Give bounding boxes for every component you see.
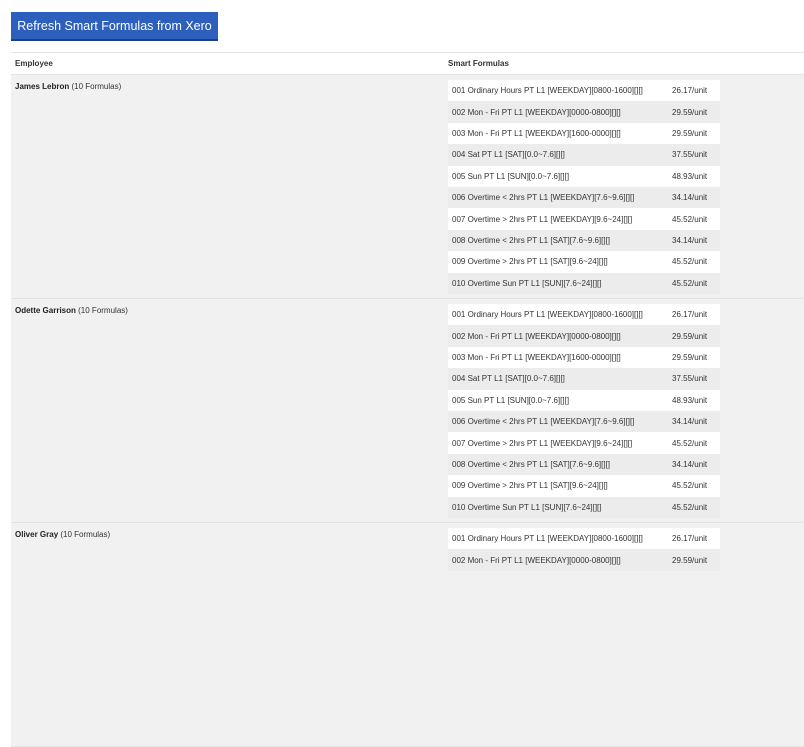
formula-rate: 34.14/unit [672,193,708,203]
employee-name: Odette Garrison [15,306,76,315]
formula-name: 002 Mon - Fri PT L1 [WEEKDAY][0000-0800]… [452,331,621,341]
formula-rate: 45.52/unit [672,257,708,267]
formula-row: 008 Overtime < 2hrs PT L1 [SAT][7.6~9.6]… [448,453,720,476]
formula-row: 008 Overtime < 2hrs PT L1 [SAT][7.6~9.6]… [448,229,720,252]
formula-row: 005 Sun PT L1 [SUN][0.0~7.6][][] 48.93/un… [448,389,720,411]
formula-row: 010 Overtime Sun PT L1 [SUN][7.6~24][][]… [448,272,720,294]
formula-name: 009 Overtime > 2hrs PT L1 [SAT][9.6~24][… [452,257,608,267]
formula-rate: 29.59/unit [672,107,708,117]
formula-name: 004 Sat PT L1 [SAT][0.0~7.6][][] [452,150,565,160]
formula-row: 003 Mon - Fri PT L1 [WEEKDAY][1600-0000]… [448,122,720,145]
formula-count: (10 Formulas) [60,530,111,539]
employee-row: Oliver Gray (10 Formulas) 001 Ordinary Ho… [11,523,804,747]
formula-row: 001 Ordinary Hours PT L1 [WEEKDAY][0800-… [448,528,720,550]
formula-name: 007 Overtime > 2hrs PT L1 [WEEKDAY][9.6~… [452,438,633,448]
formula-name: 002 Mon - Fri PT L1 [WEEKDAY][0000-0800]… [452,555,621,565]
formula-row: 003 Mon - Fri PT L1 [WEEKDAY][1600-0000]… [448,346,720,369]
formula-rate: 34.14/unit [672,417,708,427]
employee-cell: Oliver Gray (10 Formulas) [11,523,437,746]
formula-name: 005 Sun PT L1 [SUN][0.0~7.6][][] [452,395,570,405]
formula-rate: 37.55/unit [672,150,708,160]
employee-name: Oliver Gray [15,530,59,539]
column-header-employee: Employee [15,59,53,68]
formula-row: 009 Overtime > 2hrs PT L1 [SAT][9.6~24][… [448,475,720,497]
formula-rate: 45.52/unit [672,278,708,288]
formula-name: 010 Overtime Sun PT L1 [SUN][7.6~24][][] [452,278,602,288]
formula-row: 007 Overtime > 2hrs PT L1 [WEEKDAY][9.6~… [448,208,720,230]
formula-row: 001 Ordinary Hours PT L1 [WEEKDAY][0800-… [448,304,720,326]
formula-rate: 34.14/unit [672,459,708,469]
formula-name: 010 Overtime Sun PT L1 [SUN][7.6~24][][] [452,502,602,512]
formula-rate: 29.59/unit [672,555,708,565]
employee-cell: James Lebron (10 Formulas) [11,75,437,298]
formula-count: (10 Formulas) [71,82,122,91]
formula-rate: 45.52/unit [672,481,708,491]
formula-row: 004 Sat PT L1 [SAT][0.0~7.6][][] 37.55/un… [448,368,720,390]
formula-row: 006 Overtime < 2hrs PT L1 [WEEKDAY][7.6~… [448,186,720,209]
formula-name: 004 Sat PT L1 [SAT][0.0~7.6][][] [452,374,565,384]
formula-name: 003 Mon - Fri PT L1 [WEEKDAY][1600-0000]… [452,352,621,362]
formula-name: 006 Overtime < 2hrs PT L1 [WEEKDAY][7.6~… [452,417,635,427]
formula-rate: 26.17/unit [672,86,708,96]
formula-name: 001 Ordinary Hours PT L1 [WEEKDAY][0800-… [452,534,643,544]
formula-rate: 45.52/unit [672,438,708,448]
formula-name: 006 Overtime < 2hrs PT L1 [WEEKDAY][7.6~… [452,193,635,203]
formula-row: 001 Ordinary Hours PT L1 [WEEKDAY][0800-… [448,80,720,102]
formula-rate: 48.93/unit [672,395,708,405]
formula-name: 001 Ordinary Hours PT L1 [WEEKDAY][0800-… [452,310,643,320]
formula-rate: 34.14/unit [672,235,708,245]
formula-name: 008 Overtime < 2hrs PT L1 [SAT][7.6~9.6]… [452,235,611,245]
column-header-smart-formulas: Smart Formulas [448,59,509,68]
formula-rate: 29.59/unit [672,128,708,138]
formula-rate: 29.59/unit [672,331,708,341]
refresh-smart-formulas-button[interactable]: Refresh Smart Formulas from Xero [11,12,218,41]
smart-formulas-cell: 001 Ordinary Hours PT L1 [WEEKDAY][0800-… [437,75,720,298]
employee-row: Odette Garrison (10 Formulas) 001 Ordinar… [11,299,804,523]
smart-formulas-cell: 001 Ordinary Hours PT L1 [WEEKDAY][0800-… [437,299,720,522]
formula-rate: 48.93/unit [672,171,708,181]
formula-name: 002 Mon - Fri PT L1 [WEEKDAY][0000-0800]… [452,107,621,117]
table-header: Employee Smart Formulas [11,53,804,75]
formula-rate: 45.52/unit [672,214,708,224]
employee-formulas-table: Employee Smart Formulas James Lebron (10… [11,52,804,747]
formula-name: 008 Overtime < 2hrs PT L1 [SAT][7.6~9.6]… [452,459,611,469]
employee-name: James Lebron [15,82,70,91]
formula-rate: 26.17/unit [672,534,708,544]
formula-row: 007 Overtime > 2hrs PT L1 [WEEKDAY][9.6~… [448,432,720,454]
formula-row: 005 Sun PT L1 [SUN][0.0~7.6][][] 48.93/un… [448,165,720,187]
formula-name: 005 Sun PT L1 [SUN][0.0~7.6][][] [452,171,570,181]
formula-rate: 37.55/unit [672,374,708,384]
formula-rate: 29.59/unit [672,352,708,362]
formula-row: 002 Mon - Fri PT L1 [WEEKDAY][0000-0800]… [448,101,720,123]
employee-row: James Lebron (10 Formulas) 001 Ordinary H… [11,75,804,299]
formula-row: 004 Sat PT L1 [SAT][0.0~7.6][][] 37.55/un… [448,144,720,166]
formula-name: 001 Ordinary Hours PT L1 [WEEKDAY][0800-… [452,86,643,96]
table-body: James Lebron (10 Formulas) 001 Ordinary H… [11,75,804,747]
formula-row: 002 Mon - Fri PT L1 [WEEKDAY][0000-0800]… [448,325,720,347]
formula-name: 003 Mon - Fri PT L1 [WEEKDAY][1600-0000]… [452,128,621,138]
formula-row: 009 Overtime > 2hrs PT L1 [SAT][9.6~24][… [448,251,720,273]
formula-name: 007 Overtime > 2hrs PT L1 [WEEKDAY][9.6~… [452,214,633,224]
formula-count: (10 Formulas) [78,306,128,315]
employee-cell: Odette Garrison (10 Formulas) [11,299,437,522]
formula-row: 002 Mon - Fri PT L1 [WEEKDAY][0000-0800]… [448,549,720,571]
formula-rate: 26.17/unit [672,310,708,320]
formula-rate: 45.52/unit [672,502,708,512]
formula-row: 010 Overtime Sun PT L1 [SUN][7.6~24][][]… [448,496,720,518]
formula-row: 006 Overtime < 2hrs PT L1 [WEEKDAY][7.6~… [448,410,720,433]
formula-name: 009 Overtime > 2hrs PT L1 [SAT][9.6~24][… [452,481,608,491]
smart-formulas-cell: 001 Ordinary Hours PT L1 [WEEKDAY][0800-… [437,523,720,746]
